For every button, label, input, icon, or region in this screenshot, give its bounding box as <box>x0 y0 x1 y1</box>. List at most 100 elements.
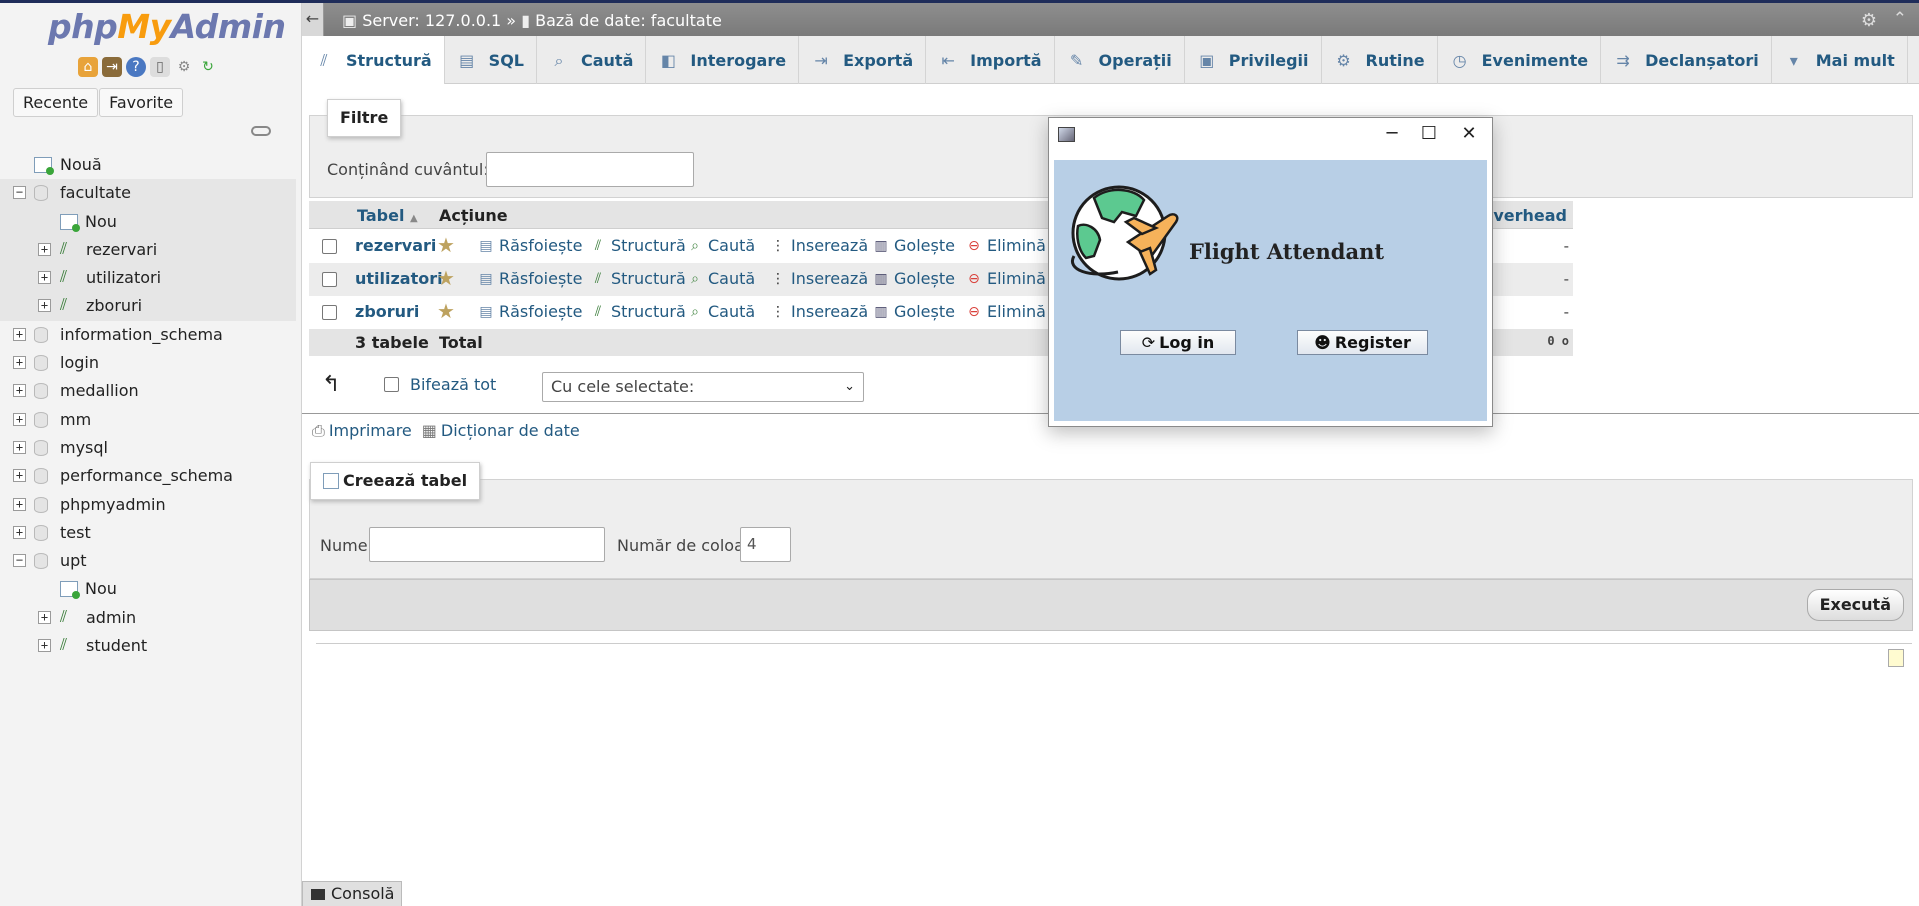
page-settings-gear-icon[interactable]: ⚙ <box>1861 10 1877 31</box>
action-browse[interactable]: ▤ Răsfoiește <box>477 302 582 321</box>
tree-item-nou-[interactable]: Nouă <box>0 151 296 179</box>
expand-icon[interactable]: + <box>13 497 26 511</box>
collapse-icon[interactable]: − <box>13 554 26 568</box>
close-icon[interactable]: ✕ <box>1446 121 1492 147</box>
expand-icon[interactable]: + <box>38 610 51 624</box>
action-structure[interactable]: ⫽ Structură <box>589 236 686 255</box>
reload-icon[interactable]: ↻ <box>198 57 218 77</box>
tree-item-zboruri[interactable]: + ⫽ zboruri <box>0 292 296 321</box>
settings-gear-icon[interactable]: ⚙ <box>174 57 194 77</box>
favorite-star-icon[interactable]: ★ <box>437 233 455 257</box>
action-empty[interactable]: ▥ Golește <box>872 236 955 255</box>
logout-icon[interactable]: ⇥ <box>102 57 122 77</box>
tree-item-medallion[interactable]: + medallion <box>0 377 296 405</box>
window-titlebar[interactable]: ─ ☐ ✕ <box>1049 118 1492 150</box>
console-tab[interactable]: Consolă <box>302 881 402 906</box>
tree-item-label[interactable]: Nouă <box>60 155 102 174</box>
tab-privileges[interactable]: ▣ Privilegii <box>1185 36 1322 84</box>
home-icon[interactable]: ⌂ <box>78 57 98 77</box>
register-button[interactable]: ☻ Register <box>1297 330 1428 355</box>
table-name-link[interactable]: rezervari <box>355 236 436 255</box>
tree-item-student[interactable]: + ⫽ student <box>0 632 296 660</box>
expand-icon[interactable]: + <box>38 639 51 653</box>
expand-icon[interactable]: + <box>13 327 26 341</box>
tab-search[interactable]: ⌕ Caută <box>537 36 647 84</box>
recent-button[interactable]: Recente <box>13 88 99 117</box>
tree-item-label[interactable]: login <box>60 353 99 372</box>
tree-item-information-schema[interactable]: + information_schema <box>0 321 296 349</box>
action-drop[interactable]: ⊖ Elimină <box>965 236 1046 255</box>
link-with-main-icon[interactable] <box>251 126 271 136</box>
tab-import[interactable]: ⇤ Importă <box>926 36 1055 84</box>
row-checkbox[interactable] <box>322 305 337 320</box>
data-dictionary-link[interactable]: ▦ Dicționar de date <box>422 421 580 441</box>
tree-item-upt[interactable]: − upt <box>0 547 296 575</box>
tree-item-rezervari[interactable]: + ⫽ rezervari <box>0 235 296 265</box>
collapse-nav-icon[interactable]: ← <box>302 3 324 36</box>
tree-item-phpmyadmin[interactable]: + phpmyadmin <box>0 491 296 519</box>
tree-item-label[interactable]: performance_schema <box>60 466 233 485</box>
expand-icon[interactable]: + <box>13 412 26 426</box>
tab-sql[interactable]: ▤ SQL <box>445 36 537 84</box>
action-browse[interactable]: ▤ Răsfoiește <box>477 269 582 288</box>
tab-chevron-down[interactable]: ▾ Mai mult <box>1772 36 1908 84</box>
action-empty[interactable]: ▥ Golește <box>872 269 955 288</box>
tree-item-label[interactable]: mysql <box>60 438 108 457</box>
action-search[interactable]: ⌕ Caută <box>686 236 755 255</box>
tree-item-label[interactable]: utilizatori <box>86 268 161 287</box>
print-link[interactable]: ⎙ Imprimare <box>312 421 412 441</box>
favorite-star-icon[interactable]: ★ <box>437 266 455 290</box>
check-all-label[interactable]: Bifează tot <box>410 375 496 394</box>
expand-icon[interactable]: + <box>13 469 26 483</box>
tree-item-label[interactable]: mm <box>60 410 91 429</box>
notes-icon[interactable] <box>1888 649 1904 667</box>
expand-icon[interactable]: + <box>13 525 26 539</box>
tree-item-label[interactable]: student <box>86 636 147 655</box>
tab-wrench[interactable]: ✎ Operații <box>1055 36 1185 84</box>
help-icon[interactable]: ? <box>126 57 146 77</box>
filter-input[interactable] <box>486 152 694 187</box>
tab-structure[interactable]: ⫽ Structură <box>302 36 445 84</box>
action-drop[interactable]: ⊖ Elimină <box>965 302 1046 321</box>
docs-icon[interactable]: ▯ <box>150 57 170 77</box>
tree-item-test[interactable]: + test <box>0 519 296 547</box>
action-structure[interactable]: ⫽ Structură <box>589 302 686 321</box>
action-search[interactable]: ⌕ Caută <box>686 302 755 321</box>
tree-item-label[interactable]: Nou <box>85 212 117 231</box>
tree-item-performance-schema[interactable]: + performance_schema <box>0 462 296 490</box>
tree-item-label[interactable]: Nou <box>85 579 117 598</box>
expand-icon[interactable]: + <box>13 356 26 370</box>
tree-item-label[interactable]: information_schema <box>60 325 223 344</box>
table-name-link[interactable]: utilizatori <box>355 269 443 288</box>
breadcrumb-db[interactable]: Bază de date: facultate <box>535 11 722 30</box>
action-drop[interactable]: ⊖ Elimină <box>965 269 1046 288</box>
tree-item-label[interactable]: rezervari <box>86 240 157 259</box>
action-insert[interactable]: ⋮ Inserează <box>769 302 868 321</box>
tab-triggers[interactable]: ⇉ Declanșatori <box>1601 36 1772 84</box>
tree-item-utilizatori[interactable]: + ⫽ utilizatori <box>0 264 296 293</box>
tree-item-label[interactable]: facultate <box>60 183 131 202</box>
favorite-star-icon[interactable]: ★ <box>437 299 455 323</box>
tree-item-admin[interactable]: + ⫽ admin <box>0 604 296 632</box>
tree-item-login[interactable]: + login <box>0 349 296 377</box>
tree-item-label[interactable]: phpmyadmin <box>60 495 166 514</box>
favorites-button[interactable]: Favorite <box>99 88 184 117</box>
tree-item-nou[interactable]: Nou <box>0 575 296 603</box>
tree-item-mysql[interactable]: + mysql <box>0 434 296 462</box>
check-all-checkbox[interactable] <box>384 377 399 392</box>
tree-item-label[interactable]: upt <box>60 551 87 570</box>
tree-item-mm[interactable]: + mm <box>0 406 296 434</box>
tree-item-label[interactable]: medallion <box>60 381 139 400</box>
collapse-top-icon[interactable]: ⌃ <box>1893 9 1907 29</box>
execute-button[interactable]: Execută <box>1806 589 1904 621</box>
tree-item-label[interactable]: test <box>60 523 91 542</box>
expand-icon[interactable]: + <box>13 384 26 398</box>
action-browse[interactable]: ▤ Răsfoiește <box>477 236 582 255</box>
expand-icon[interactable]: + <box>38 271 51 285</box>
row-checkbox[interactable] <box>322 272 337 287</box>
collapse-icon[interactable]: − <box>13 186 26 200</box>
expand-icon[interactable]: + <box>38 299 51 313</box>
table-name-link[interactable]: zboruri <box>355 302 419 321</box>
action-search[interactable]: ⌕ Caută <box>686 269 755 288</box>
table-name-input[interactable] <box>369 527 605 562</box>
